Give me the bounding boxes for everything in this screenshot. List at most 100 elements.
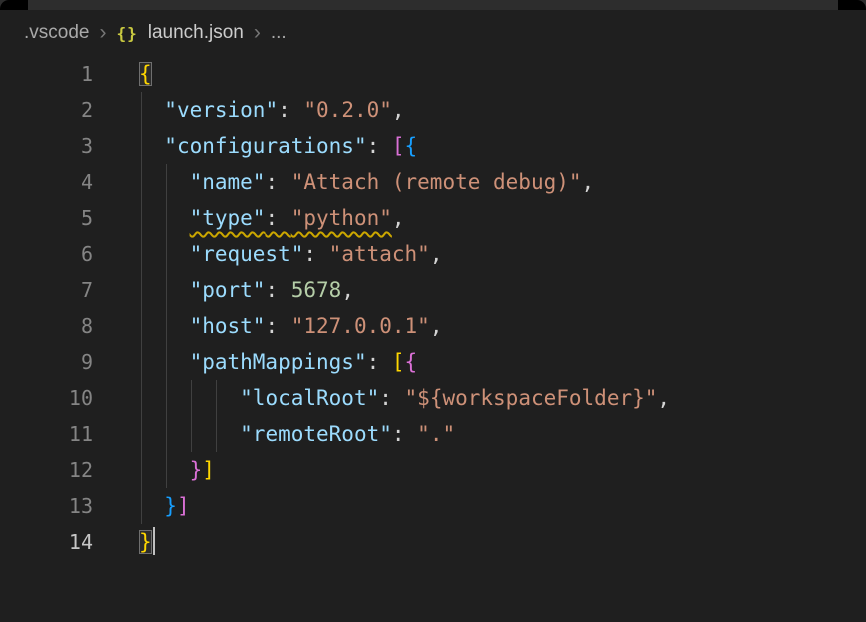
line-number[interactable]: 10 <box>0 380 93 416</box>
window-top-bar <box>0 0 866 10</box>
code-token: , <box>430 314 443 338</box>
code-token: : <box>265 314 290 338</box>
code-token: "python" <box>291 206 392 230</box>
code-line[interactable]: 10 "localRoot": "${workspaceFolder}", <box>0 380 866 416</box>
code-text: "host": "127.0.0.1", <box>139 308 442 344</box>
code-line[interactable]: 6 "request": "attach", <box>0 236 866 272</box>
text-cursor <box>153 527 155 555</box>
line-number[interactable]: 11 <box>0 416 93 452</box>
breadcrumb-file[interactable]: launch.json <box>148 22 244 44</box>
code-line[interactable]: 8 "host": "127.0.0.1", <box>0 308 866 344</box>
code-token: : <box>367 350 392 374</box>
code-line[interactable]: 5 "type": "python", <box>0 200 866 236</box>
code-token: : <box>367 134 392 158</box>
code-token: "." <box>417 422 455 446</box>
line-number[interactable]: 6 <box>0 236 93 272</box>
editor-lines: 1{2 "version": "0.2.0",3 "configurations… <box>0 56 866 560</box>
code-token: : <box>265 170 290 194</box>
json-braces-icon: {} <box>116 24 137 43</box>
code-text: "version": "0.2.0", <box>139 92 405 128</box>
line-number[interactable]: 9 <box>0 344 93 380</box>
code-line[interactable]: 9 "pathMappings": [{ <box>0 344 866 380</box>
breadcrumb-folder[interactable]: .vscode <box>24 22 89 44</box>
code-token: : <box>303 242 328 266</box>
code-token <box>139 170 190 194</box>
code-line[interactable]: 13 }] <box>0 488 866 524</box>
code-token: "configurations" <box>164 134 366 158</box>
code-editor[interactable]: 1{2 "version": "0.2.0",3 "configurations… <box>0 56 866 560</box>
line-number[interactable]: 8 <box>0 308 93 344</box>
code-token: "version" <box>164 98 278 122</box>
code-token <box>139 350 190 374</box>
line-number[interactable]: 12 <box>0 452 93 488</box>
code-line[interactable]: 14} <box>0 524 866 560</box>
code-token: "type" <box>190 206 266 230</box>
code-line[interactable]: 2 "version": "0.2.0", <box>0 92 866 128</box>
line-number[interactable]: 3 <box>0 128 93 164</box>
line-number[interactable]: 1 <box>0 56 93 92</box>
code-token: } <box>139 530 152 554</box>
code-token: "name" <box>190 170 266 194</box>
code-text: "pathMappings": [{ <box>139 344 417 380</box>
code-token <box>139 98 164 122</box>
code-token: : <box>392 422 417 446</box>
code-token: "Attach (remote debug)" <box>291 170 582 194</box>
code-line[interactable]: 4 "name": "Attach (remote debug)", <box>0 164 866 200</box>
code-line[interactable]: 3 "configurations": [{ <box>0 128 866 164</box>
code-token: "attach" <box>329 242 430 266</box>
line-number[interactable]: 5 <box>0 200 93 236</box>
breadcrumb: .vscode › {} launch.json › ... <box>0 10 866 56</box>
window-corner-left <box>0 0 28 10</box>
code-token: "host" <box>190 314 266 338</box>
code-token: : <box>278 98 303 122</box>
window-corner-right <box>838 0 866 10</box>
code-token: , <box>341 278 354 302</box>
code-token: "remoteRoot" <box>240 422 392 446</box>
code-token <box>139 458 190 482</box>
line-number[interactable]: 2 <box>0 92 93 128</box>
code-text: }] <box>139 452 215 488</box>
code-line[interactable]: 12 }] <box>0 452 866 488</box>
code-token: 5678 <box>291 278 342 302</box>
code-line[interactable]: 11 "remoteRoot": "." <box>0 416 866 452</box>
code-text: }] <box>139 488 190 524</box>
code-token: "pathMappings" <box>190 350 367 374</box>
code-text: { <box>139 56 152 92</box>
code-token: [ <box>392 350 405 374</box>
code-token: , <box>392 206 405 230</box>
line-number[interactable]: 7 <box>0 272 93 308</box>
code-token <box>139 206 190 230</box>
code-token: , <box>582 170 595 194</box>
line-number[interactable]: 14 <box>0 524 93 560</box>
code-text: "request": "attach", <box>139 236 442 272</box>
code-token: "localRoot" <box>240 386 379 410</box>
code-token: "${workspaceFolder}" <box>405 386 658 410</box>
code-token: , <box>430 242 443 266</box>
code-token: { <box>405 134 418 158</box>
code-token: : <box>265 206 290 230</box>
code-text: "remoteRoot": "." <box>139 416 455 452</box>
code-token: , <box>657 386 670 410</box>
code-line[interactable]: 1{ <box>0 56 866 92</box>
code-line[interactable]: 7 "port": 5678, <box>0 272 866 308</box>
line-number[interactable]: 4 <box>0 164 93 200</box>
code-token: "0.2.0" <box>303 98 392 122</box>
code-token: } <box>164 494 177 518</box>
breadcrumb-symbol-ellipsis[interactable]: ... <box>271 22 287 44</box>
code-text: } <box>139 524 155 560</box>
code-token <box>139 242 190 266</box>
code-token: { <box>405 350 418 374</box>
code-token: : <box>265 278 290 302</box>
code-token <box>139 422 240 446</box>
code-text: "port": 5678, <box>139 272 354 308</box>
code-text: "name": "Attach (remote debug)", <box>139 164 594 200</box>
code-token: , <box>392 98 405 122</box>
code-token: "127.0.0.1" <box>291 314 430 338</box>
code-token: "request" <box>190 242 304 266</box>
code-token <box>139 494 164 518</box>
code-token: ] <box>177 494 190 518</box>
code-token: "port" <box>190 278 266 302</box>
code-token <box>139 386 240 410</box>
line-number[interactable]: 13 <box>0 488 93 524</box>
chevron-right-icon: › <box>254 22 261 43</box>
